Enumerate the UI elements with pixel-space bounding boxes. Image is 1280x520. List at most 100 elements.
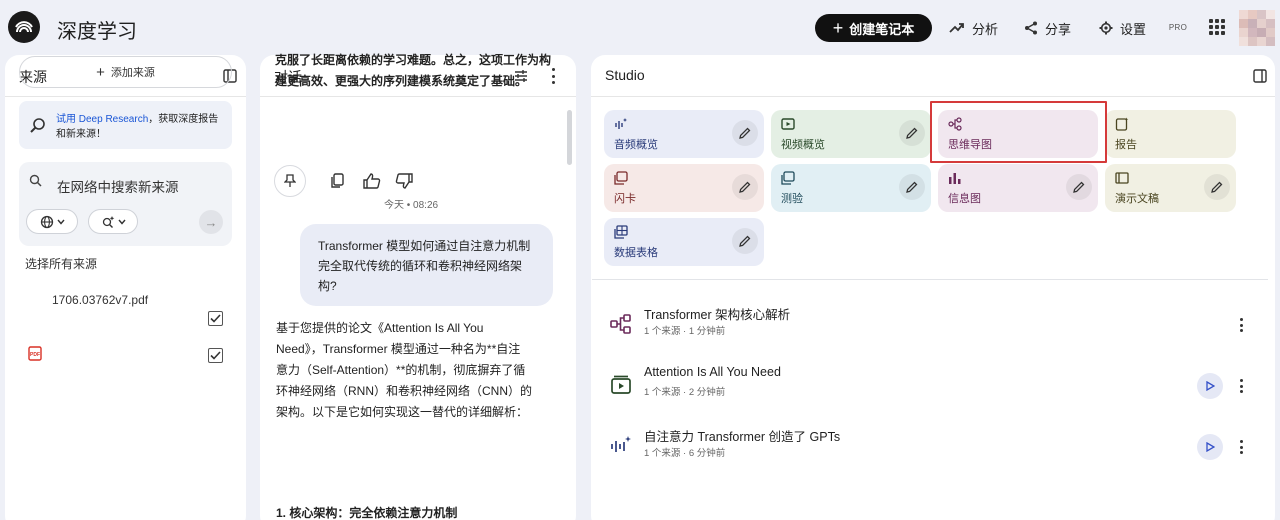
settings-label: 设置: [1120, 21, 1147, 37]
globe-icon: [40, 215, 53, 228]
answer-heading: 1. 核心架构：完全依赖注意力机制: [276, 506, 458, 520]
edit-button[interactable]: [899, 120, 925, 146]
pencil-icon: [739, 235, 751, 247]
play-button[interactable]: [1197, 373, 1223, 399]
note-item-video[interactable]: Attention Is All You Need 1 个来源 · 2 分钟前: [605, 365, 1255, 405]
source-file-name[interactable]: 1706.03762v7.pdf: [52, 293, 148, 307]
edit-button[interactable]: [732, 120, 758, 146]
app-logo[interactable]: [8, 11, 40, 43]
web-search-input[interactable]: 在网络中搜索新来源: [57, 176, 179, 196]
audio-sparkle-icon: [615, 118, 627, 129]
analytics-button[interactable]: 分析: [949, 16, 998, 40]
web-source-dropdown[interactable]: [26, 209, 78, 234]
bar-chart-icon: [949, 173, 961, 184]
play-icon: [1206, 381, 1215, 391]
create-notebook-label: 创建笔记本: [849, 21, 915, 37]
note-title: Attention Is All You Need: [644, 365, 781, 379]
search-sparkle-icon: [30, 118, 45, 133]
chat-timestamp: 今天 • 08:26: [384, 200, 439, 211]
tile-video-overview[interactable]: 视频概览: [771, 110, 931, 158]
deep-research-promo[interactable]: 试用 Deep Research，获取深度报告和新来源！: [19, 101, 232, 149]
copy-icon: [331, 173, 344, 188]
note-title: Transformer 架构核心解析: [644, 308, 791, 322]
thumbs-up-button[interactable]: [361, 170, 383, 192]
research-mode-dropdown[interactable]: [88, 209, 138, 234]
collapse-panel-icon[interactable]: [1253, 69, 1267, 83]
note-item-audio[interactable]: 自注意力 Transformer 创造了 GPTs 1 个来源 · 6 分钟前: [605, 426, 1255, 466]
tile-label: 数据表格: [614, 247, 658, 259]
more-options-icon[interactable]: [1233, 316, 1249, 334]
tile-quiz[interactable]: 测验: [771, 164, 931, 212]
more-options-icon[interactable]: [1233, 438, 1249, 456]
tile-label: 测验: [781, 193, 803, 205]
quiz-icon: [781, 171, 795, 185]
thumbs-down-icon: [395, 173, 413, 189]
analytics-label: 分析: [972, 21, 999, 37]
pdf-icon: PDF: [28, 346, 42, 361]
edit-button[interactable]: [732, 174, 758, 200]
arrow-right-icon: →: [204, 214, 218, 230]
note-title: 自注意力 Transformer 创造了 GPTs: [644, 430, 841, 444]
edit-button[interactable]: [899, 174, 925, 200]
top-bar: 深度学习 + 创建笔记本 分析 分享 设置 PRO: [0, 0, 1280, 54]
settings-button[interactable]: 设置: [1099, 16, 1146, 40]
more-options-icon[interactable]: [1233, 377, 1249, 395]
create-notebook-button[interactable]: + 创建笔记本: [815, 14, 932, 42]
add-source-button[interactable]: + 添加来源: [19, 56, 232, 88]
note-meta: 1 个来源 · 1 分钟前: [644, 326, 726, 337]
notebook-title[interactable]: 深度学习: [57, 15, 137, 44]
tile-infographic[interactable]: 信息图: [938, 164, 1098, 212]
pro-badge: PRO: [1168, 22, 1188, 32]
logo-icon: [15, 21, 33, 33]
tile-data-table[interactable]: 数据表格: [604, 218, 764, 266]
pencil-icon: [906, 181, 918, 193]
note-meta: 1 个来源 · 2 分钟前: [644, 387, 726, 398]
plus-icon: +: [96, 63, 105, 81]
search-spark-icon: [102, 215, 114, 228]
tile-label: 视频概览: [781, 139, 825, 151]
tile-label: 报告: [1115, 139, 1137, 151]
tile-audio-overview[interactable]: 音频概览: [604, 110, 764, 158]
table-icon: [614, 225, 628, 239]
tile-report[interactable]: 报告: [1105, 110, 1236, 158]
source-checkbox[interactable]: [208, 348, 223, 363]
select-all-checkbox[interactable]: [208, 311, 223, 326]
studio-title: Studio: [605, 67, 645, 83]
share-label: 分享: [1045, 21, 1072, 37]
video-icon: [611, 375, 631, 394]
apps-grid-icon[interactable]: [1209, 19, 1225, 35]
tile-flashcards[interactable]: 闪卡: [604, 164, 764, 212]
edit-button[interactable]: [732, 228, 758, 254]
promo-text: 试用 Deep Research，获取深度报告和新来源！: [56, 112, 224, 142]
pin-icon: [284, 174, 296, 187]
tile-label: 闪卡: [614, 193, 636, 205]
edit-button[interactable]: [1066, 174, 1092, 200]
note-meta: 1 个来源 · 6 分钟前: [644, 448, 726, 459]
note-item-mind-map[interactable]: Transformer 架构核心解析 1 个来源 · 1 分钟前: [605, 304, 1255, 344]
play-icon: [1206, 442, 1215, 452]
select-all-label: 选择所有来源: [25, 257, 98, 271]
web-search-card: 在网络中搜索新来源 →: [19, 162, 232, 246]
chat-scrollbar[interactable]: [567, 110, 572, 165]
pencil-icon: [1073, 181, 1085, 193]
thumbs-down-button[interactable]: [393, 170, 415, 192]
tile-slides[interactable]: 演示文稿: [1105, 164, 1236, 212]
share-button[interactable]: 分享: [1024, 16, 1071, 40]
video-icon: [781, 118, 795, 130]
mind-map-icon: [610, 314, 631, 334]
submit-search-button[interactable]: →: [199, 210, 223, 234]
share-icon: [1025, 21, 1037, 35]
report-icon: [1115, 117, 1129, 131]
tile-label: 信息图: [948, 193, 981, 205]
deep-research-link[interactable]: 试用 Deep Research: [56, 114, 148, 125]
edit-button[interactable]: [1204, 174, 1230, 200]
copy-button[interactable]: [326, 170, 348, 192]
mind-map-highlight: [930, 101, 1107, 163]
pencil-icon: [1211, 181, 1223, 193]
avatar[interactable]: [1239, 10, 1275, 46]
trending-icon: [949, 23, 964, 33]
pin-button[interactable]: [274, 165, 306, 197]
studio-divider: [592, 279, 1268, 280]
play-button[interactable]: [1197, 434, 1223, 460]
slides-icon: [1115, 172, 1129, 184]
